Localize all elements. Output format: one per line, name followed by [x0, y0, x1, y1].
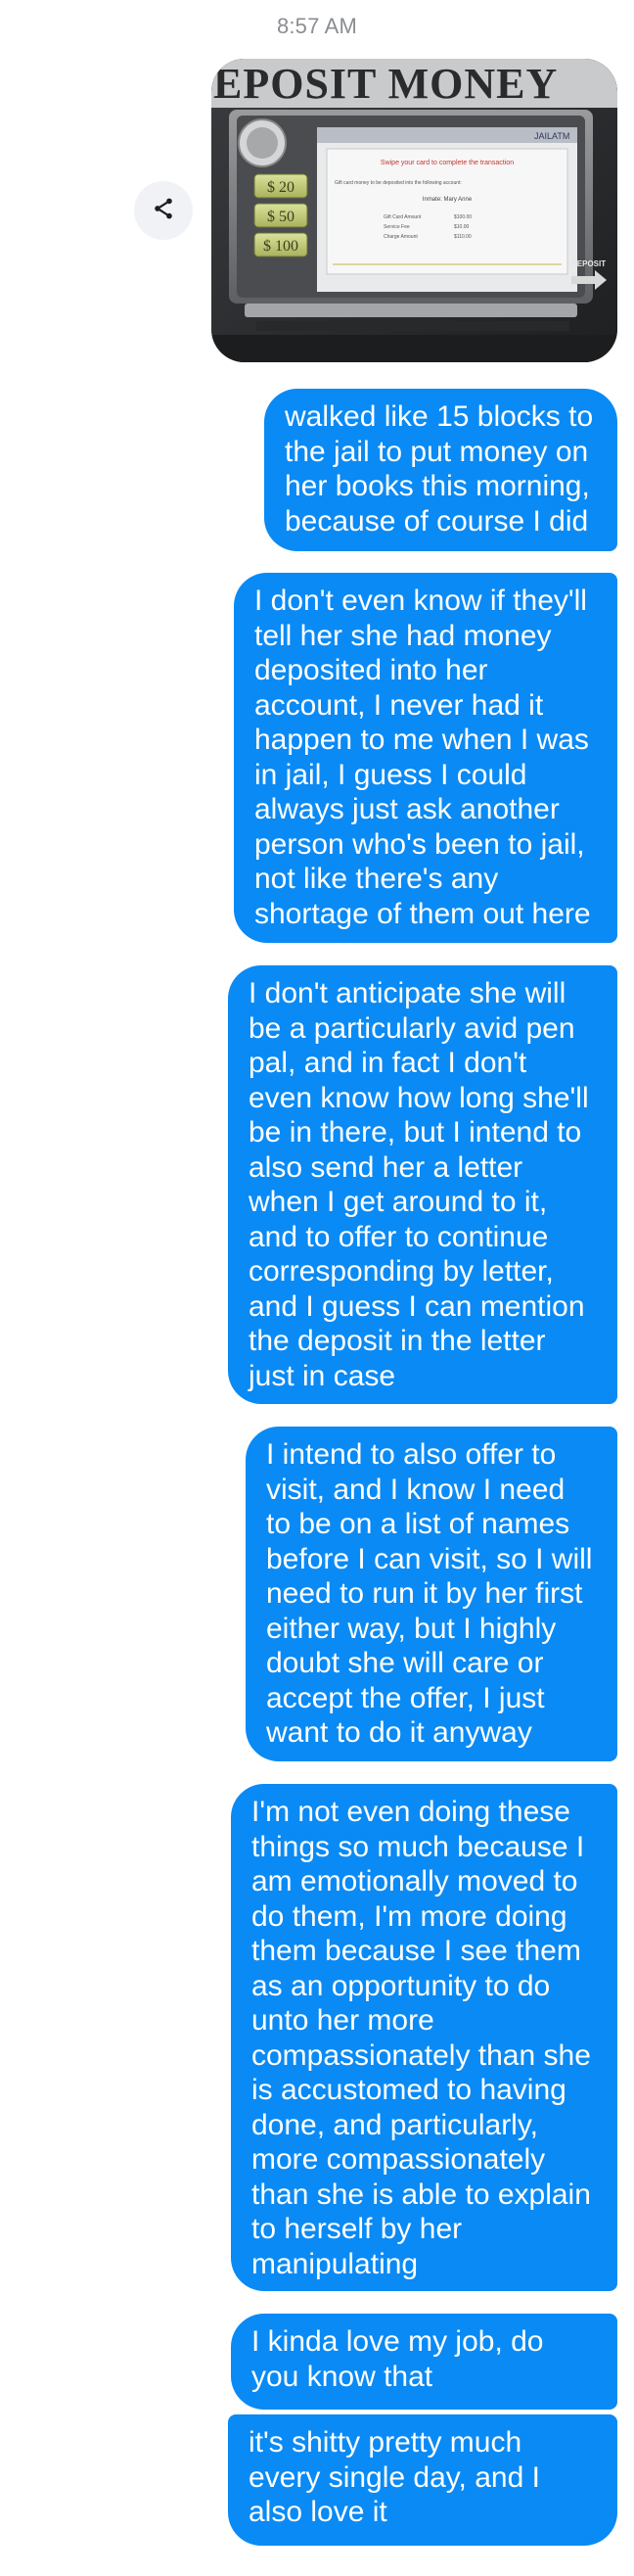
screen-inmate-line: Inmate: Mary Anne	[423, 197, 473, 203]
attached-photo[interactable]: EPOSIT MONEY JAILATM Swipe your card to …	[211, 59, 617, 362]
message-bubble[interactable]: I'm not even doing these things so much …	[231, 1784, 617, 2291]
screen-row-label: Service Fee	[384, 224, 410, 230]
share-button[interactable]	[134, 181, 193, 240]
photo-side-label: DEPOSIT	[571, 259, 606, 268]
message-bubble[interactable]: it's shitty pretty much every single day…	[228, 2414, 617, 2546]
screen-row-value: $100.00	[454, 214, 472, 220]
screen-row-label: Charge Amount	[384, 234, 418, 240]
screen-row-value: $110.00	[454, 234, 472, 240]
message-bubble[interactable]: I intend to also offer to visit, and I k…	[246, 1427, 617, 1761]
screen-row-label: Gift Card Amount	[384, 214, 422, 220]
share-icon	[151, 196, 176, 226]
jail-atm-label: JAILATM	[534, 131, 569, 141]
message-bubble[interactable]: I don't even know if they'll tell her sh…	[234, 573, 617, 943]
screen-body: Gift card money to be deposited into the…	[335, 180, 462, 186]
screen-heading: Swipe your card to complete the transact…	[381, 160, 514, 166]
message-bubble[interactable]: walked like 15 blocks to the jail to put…	[264, 389, 617, 551]
screen-row-value: $10.00	[454, 224, 470, 230]
message-bubble[interactable]: I kinda love my job, do you know that	[231, 2314, 617, 2410]
photo-banner-text: EPOSIT MONEY	[213, 60, 558, 108]
amount-button-50: $ 50	[267, 209, 294, 225]
amount-button-20: $ 20	[267, 179, 294, 196]
message-bubble[interactable]: I don't anticipate she will be a particu…	[228, 965, 617, 1404]
amount-button-100: $ 100	[263, 238, 298, 255]
message-timestamp: 8:57 AM	[276, 14, 358, 38]
